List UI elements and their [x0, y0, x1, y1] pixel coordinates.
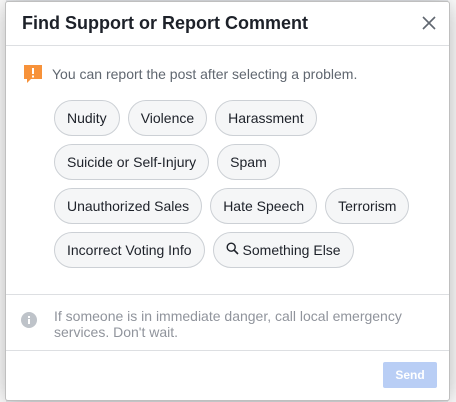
problem-option-nudity[interactable]: Nudity: [54, 100, 120, 136]
problem-option-label: Something Else: [242, 242, 341, 258]
problem-option-label: Incorrect Voting Info: [67, 242, 192, 258]
info-icon: [21, 312, 37, 328]
problem-option-label: Spam: [230, 154, 267, 170]
problem-option-incorrect-voting-info[interactable]: Incorrect Voting Info: [54, 232, 205, 268]
divider: [6, 294, 449, 295]
problem-option-suicide-or-self-injury[interactable]: Suicide or Self-Injury: [54, 144, 210, 180]
problem-option-something-else[interactable]: Something Else: [212, 232, 354, 268]
dialog-title: Find Support or Report Comment: [22, 13, 308, 33]
problem-option-violence[interactable]: Violence: [127, 100, 208, 136]
divider: [6, 350, 449, 351]
problem-option-label: Harassment: [228, 110, 304, 126]
close-icon[interactable]: [419, 13, 439, 33]
dialog-header: Find Support or Report Comment: [6, 2, 449, 46]
emergency-notice-text: If someone is in immediate danger, call …: [54, 308, 402, 340]
problem-option-label: Terrorism: [338, 198, 397, 214]
report-dialog: Find Support or Report Comment You can r…: [5, 1, 450, 401]
problem-option-label: Hate Speech: [223, 198, 305, 214]
problem-option-unauthorized-sales[interactable]: Unauthorized Sales: [54, 188, 203, 224]
prompt-text: You can report the post after selecting …: [52, 66, 358, 82]
problem-option-terrorism[interactable]: Terrorism: [325, 188, 410, 224]
problem-option-label: Unauthorized Sales: [67, 198, 190, 214]
emergency-notice: If someone is in immediate danger, call …: [21, 308, 414, 340]
problem-option-label: Suicide or Self-Injury: [67, 154, 197, 170]
problem-option-hate-speech[interactable]: Hate Speech: [210, 188, 318, 224]
problem-option-label: Violence: [140, 110, 195, 126]
send-button[interactable]: Send: [383, 362, 437, 388]
problem-prompt: You can report the post after selecting …: [23, 64, 449, 84]
problem-option-label: Nudity: [67, 110, 107, 126]
warning-icon: [23, 64, 43, 84]
problem-option-spam[interactable]: Spam: [217, 144, 280, 180]
search-icon: [226, 242, 243, 258]
problem-options: Nudity Violence Harassment Suicide or Self-…: [54, 100, 424, 268]
problem-option-harassment[interactable]: Harassment: [215, 100, 317, 136]
